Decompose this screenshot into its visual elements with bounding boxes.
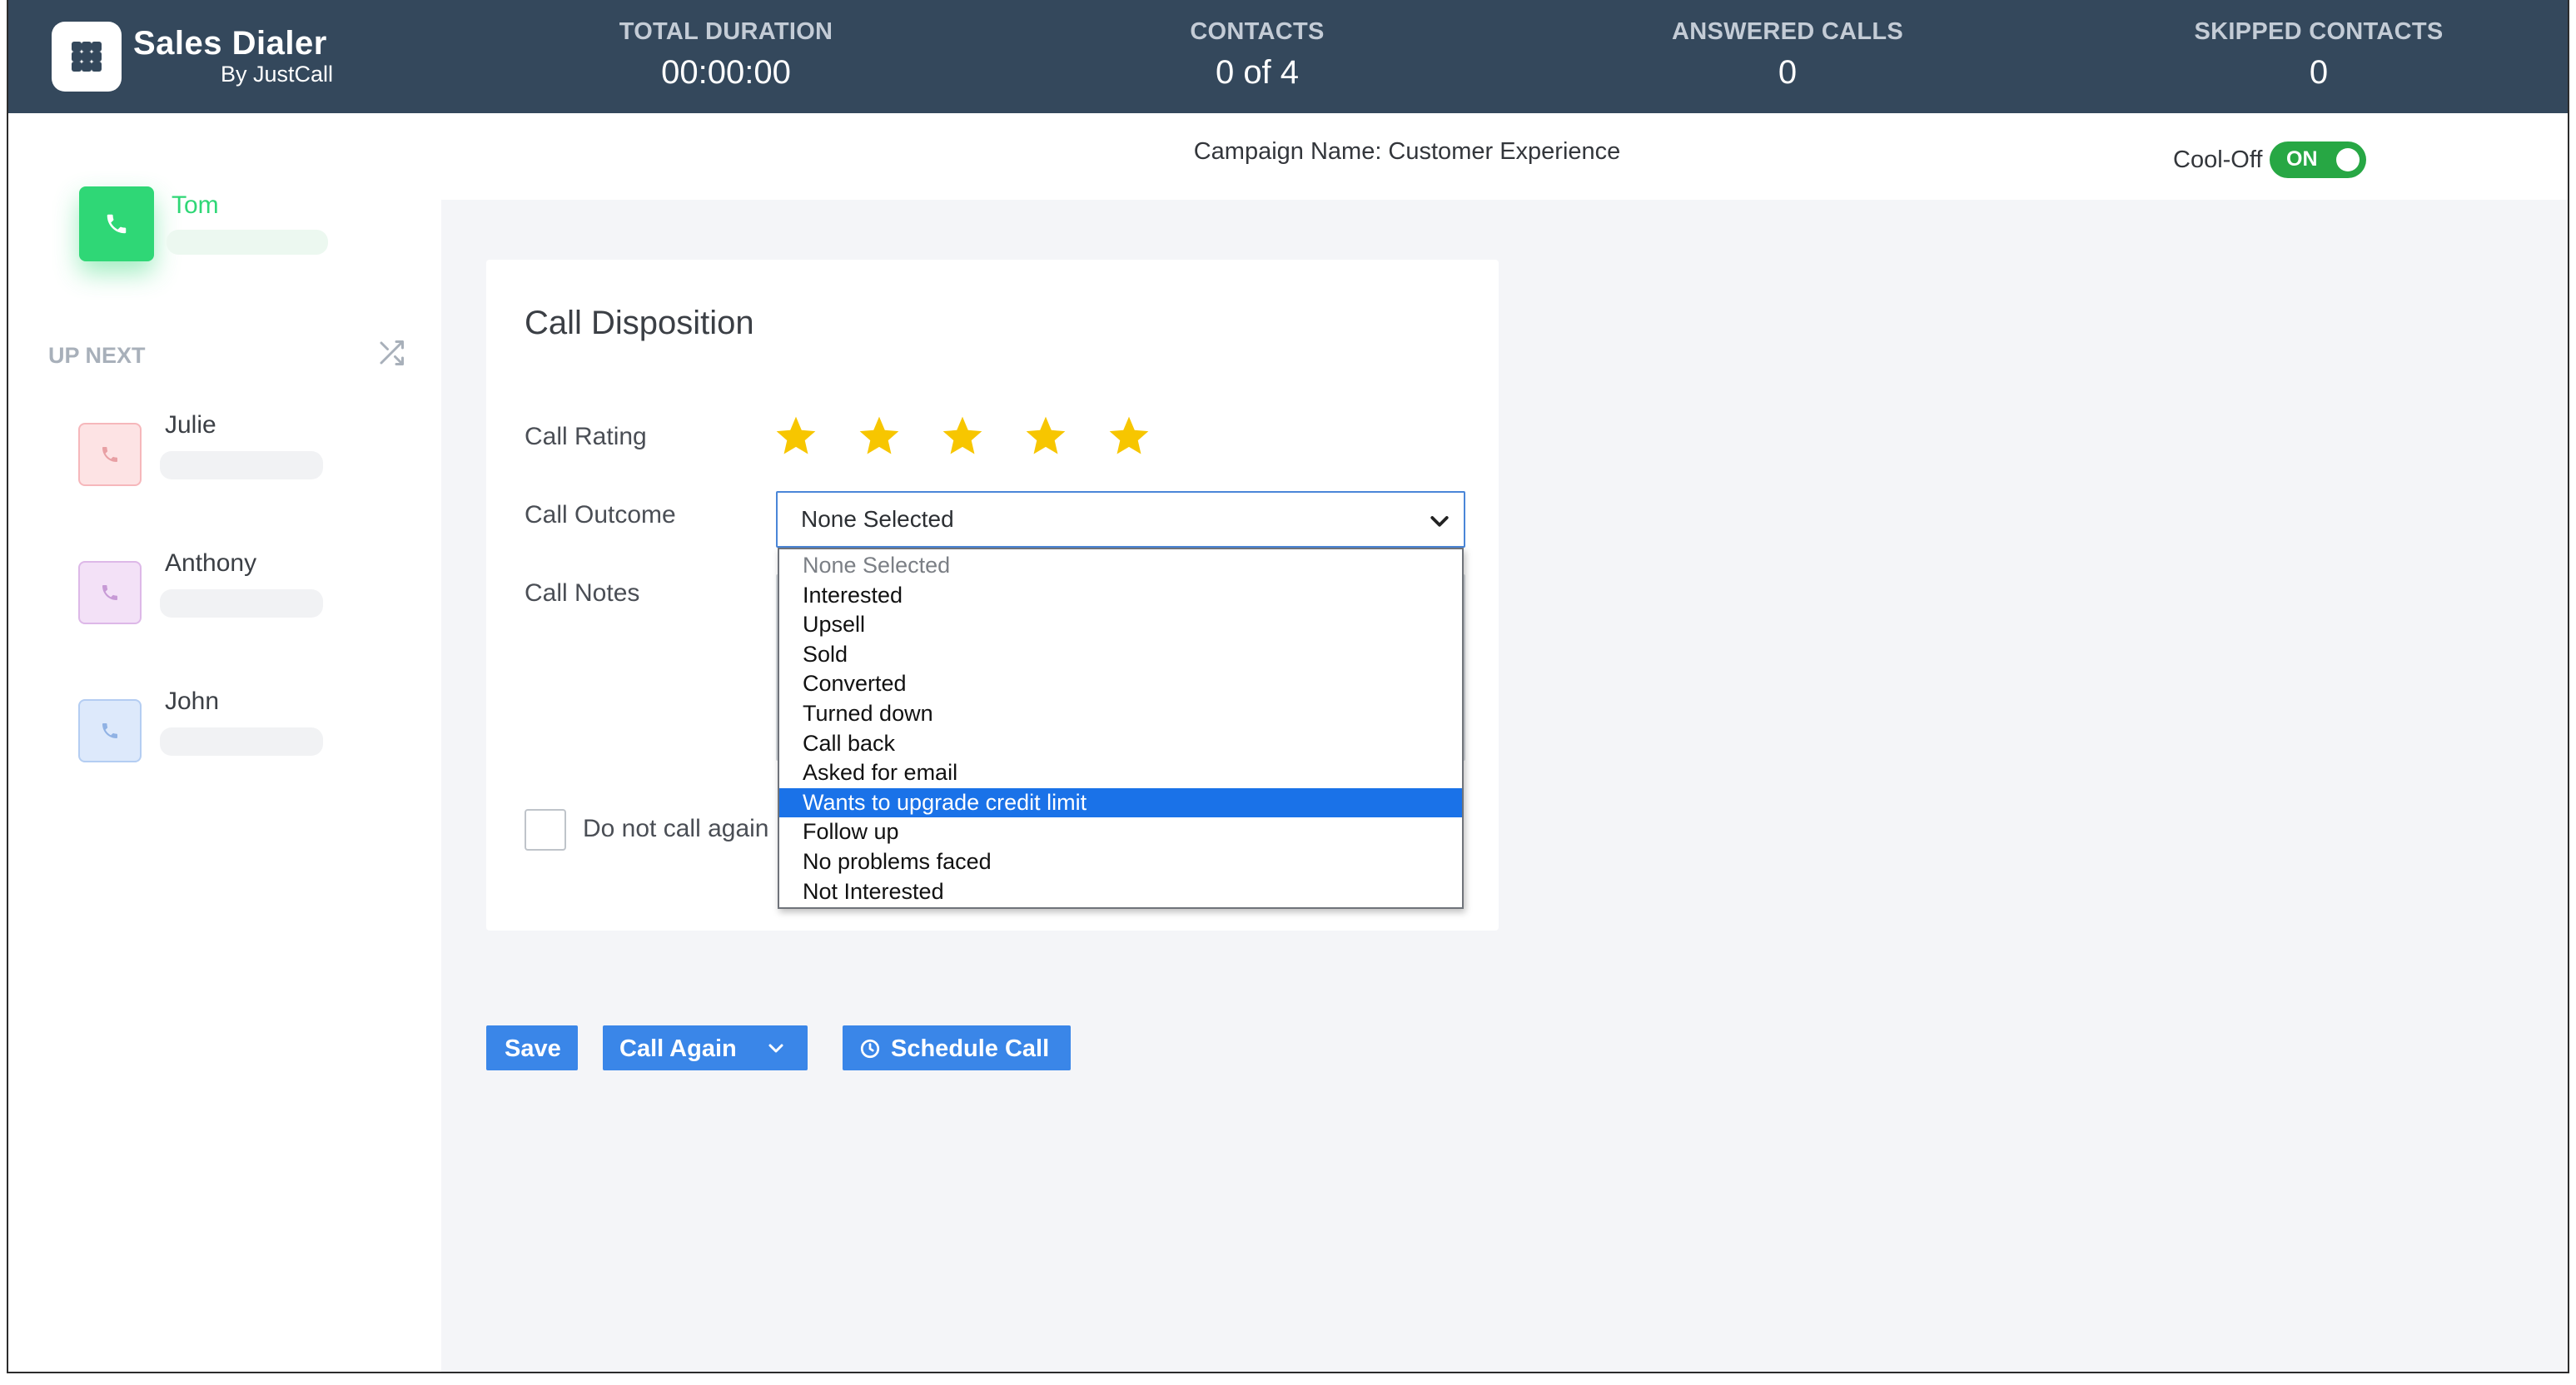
phone-icon — [107, 214, 127, 234]
contact-number-redacted — [160, 451, 323, 479]
contacts-sidebar: Tom UP NEXT Julie Anthony John — [8, 113, 441, 1372]
star-icon[interactable] — [773, 413, 819, 459]
stat-label: ANSWERED CALLS — [1671, 18, 1904, 45]
current-contact-name: Tom — [172, 191, 219, 219]
contact-avatar — [78, 423, 142, 486]
cooloff-label: Cool-Off — [2173, 146, 2263, 173]
outcome-option-no-problems-faced[interactable]: No problems faced — [779, 847, 1462, 877]
call-outcome-label: Call Outcome — [525, 501, 676, 529]
brand-name: Sales Dialer — [133, 25, 327, 62]
stat-label: SKIPPED CONTACTS — [2194, 18, 2444, 45]
save-button-label: Save — [505, 1035, 561, 1062]
stat-total-duration: TOTAL DURATION 00:00:00 — [551, 0, 901, 92]
contact-avatar — [78, 699, 142, 762]
schedule-call-label: Schedule Call — [891, 1035, 1050, 1062]
outcome-option-none-selected[interactable]: None Selected — [779, 551, 1462, 581]
call-outcome-options-list: None Selected Interested Upsell Sold Con… — [778, 548, 1464, 909]
contact-name: Anthony — [165, 549, 257, 577]
contact-number-redacted — [160, 589, 323, 618]
call-outcome-value: None Selected — [801, 506, 954, 532]
card-title: Call Disposition — [525, 305, 754, 341]
current-contact-avatar[interactable] — [79, 186, 154, 261]
call-disposition-card: Call Disposition Call Rating Call Outcom… — [486, 260, 1499, 931]
stat-value: 00:00:00 — [661, 54, 791, 91]
shuffle-icon[interactable] — [376, 338, 406, 368]
schedule-call-button[interactable]: Schedule Call — [843, 1025, 1071, 1070]
contact-name: John — [165, 688, 220, 715]
outcome-option-upsell[interactable]: Upsell — [779, 610, 1462, 640]
phone-icon — [102, 447, 117, 462]
stat-skipped-contacts: SKIPPED CONTACTS 0 — [2144, 0, 2494, 92]
contact-name: Julie — [165, 411, 216, 439]
campaign-bar: Campaign Name: Customer Experience Cool-… — [441, 113, 2568, 200]
contact-avatar — [78, 561, 142, 624]
call-notes-label: Call Notes — [525, 579, 640, 607]
outcome-option-interested[interactable]: Interested — [779, 581, 1462, 611]
star-icon[interactable] — [939, 413, 986, 459]
stat-value: 0 — [1778, 54, 1798, 91]
do-not-call-label: Do not call again — [583, 815, 769, 842]
call-outcome-select[interactable]: None Selected — [776, 491, 1465, 548]
sales-dialer-app: Sales Dialer By JustCall TOTAL DURATION … — [7, 0, 2569, 1373]
outcome-option-converted[interactable]: Converted — [779, 669, 1462, 699]
call-again-button[interactable]: Call Again — [603, 1025, 808, 1070]
outcome-option-wants-to-upgrade-credit-limit[interactable]: Wants to upgrade credit limit — [779, 787, 1462, 818]
phone-icon — [102, 585, 117, 600]
call-rating-label: Call Rating — [525, 423, 647, 450]
do-not-call-checkbox[interactable] — [525, 809, 566, 851]
star-icon[interactable] — [1022, 413, 1069, 459]
dialpad-icon — [52, 22, 122, 92]
top-bar: Sales Dialer By JustCall TOTAL DURATION … — [8, 0, 2568, 113]
call-again-label: Call Again — [619, 1035, 737, 1062]
outcome-option-asked-for-email[interactable]: Asked for email — [779, 758, 1462, 788]
queue-item-julie[interactable]: Julie — [78, 411, 428, 486]
outcome-option-not-interested[interactable]: Not Interested — [779, 877, 1462, 907]
cooloff-toggle[interactable]: ON — [2270, 141, 2366, 178]
stat-value: 0 of 4 — [1215, 54, 1300, 91]
stat-contacts: CONTACTS 0 of 4 — [1082, 0, 1432, 92]
queue-item-anthony[interactable]: Anthony — [78, 549, 428, 624]
contact-number-redacted — [160, 727, 323, 756]
up-next-heading: UP NEXT — [48, 343, 146, 368]
stat-answered-calls: ANSWERED CALLS 0 — [1613, 0, 1962, 92]
star-icon[interactable] — [1106, 413, 1152, 459]
clock-icon — [860, 1039, 880, 1059]
outcome-option-follow-up[interactable]: Follow up — [779, 817, 1462, 847]
current-contact-number-redacted — [167, 230, 328, 255]
outcome-option-sold[interactable]: Sold — [779, 640, 1462, 670]
chevron-down-icon — [768, 1044, 783, 1053]
brand-subtitle: By JustCall — [221, 62, 334, 87]
star-icon[interactable] — [856, 413, 903, 459]
queue-item-john[interactable]: John — [78, 688, 428, 762]
chevron-down-icon — [1430, 516, 1449, 527]
toggle-state-text: ON — [2286, 147, 2318, 171]
outcome-option-call-back[interactable]: Call back — [779, 729, 1462, 759]
phone-icon — [102, 723, 117, 738]
stat-label: CONTACTS — [1190, 18, 1325, 45]
stat-label: TOTAL DURATION — [619, 18, 833, 45]
campaign-name: Campaign Name: Customer Experience — [1193, 138, 1621, 165]
toggle-knob — [2336, 148, 2360, 171]
stat-value: 0 — [2309, 54, 2329, 91]
outcome-option-turned-down[interactable]: Turned down — [779, 699, 1462, 729]
save-button[interactable]: Save — [486, 1025, 578, 1070]
